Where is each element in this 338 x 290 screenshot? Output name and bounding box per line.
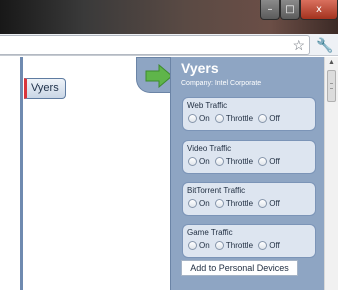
radio-off[interactable] bbox=[258, 157, 268, 166]
radio-throttle[interactable] bbox=[214, 199, 224, 208]
radio-label-on: On bbox=[199, 114, 210, 123]
radio-label-off: Off bbox=[269, 114, 280, 123]
radio-options: On Throttle Off bbox=[188, 199, 283, 208]
panel-name: Vyers bbox=[181, 60, 219, 76]
device-panel: Vyers Company: Intel Corporate Web Traff… bbox=[170, 57, 324, 290]
group-title: Video Traffic bbox=[187, 144, 232, 153]
traffic-group-game: Game Traffic On Throttle Off bbox=[182, 224, 316, 258]
radio-label-throttle: Throttle bbox=[225, 241, 254, 250]
radio-on[interactable] bbox=[188, 199, 197, 208]
radio-off[interactable] bbox=[258, 241, 268, 250]
arrow-right-icon bbox=[145, 64, 173, 88]
radio-label-throttle: Throttle bbox=[225, 114, 254, 123]
traffic-group-video: Video Traffic On Throttle Off bbox=[182, 140, 316, 174]
radio-on[interactable] bbox=[188, 241, 197, 250]
radio-label-off: Off bbox=[269, 199, 280, 208]
radio-label-throttle: Throttle bbox=[225, 157, 254, 166]
radio-on[interactable] bbox=[188, 157, 197, 166]
radio-options: On Throttle Off bbox=[188, 157, 283, 166]
radio-throttle[interactable] bbox=[214, 114, 224, 123]
group-title: Game Traffic bbox=[187, 228, 233, 237]
radio-label-on: On bbox=[199, 157, 210, 166]
wrench-menu-icon[interactable]: 🔧 bbox=[316, 36, 333, 54]
radio-label-off: Off bbox=[269, 241, 280, 250]
panel-company: Company: Intel Corporate bbox=[181, 80, 262, 87]
scroll-up-arrow-icon[interactable]: ▲ bbox=[328, 59, 335, 66]
radio-throttle[interactable] bbox=[214, 241, 224, 250]
minimize-button[interactable]: – bbox=[260, 0, 280, 20]
vertical-scrollbar[interactable]: ▲ bbox=[324, 57, 338, 290]
browser-window: – □ x ☆ 🔧 Vyers Vyers Company: Intel Cor… bbox=[0, 0, 338, 290]
add-to-personal-devices-button[interactable]: Add to Personal Devices bbox=[181, 260, 298, 276]
scrollbar-thumb[interactable] bbox=[327, 70, 336, 102]
radio-off[interactable] bbox=[258, 199, 268, 208]
radio-label-on: On bbox=[199, 241, 210, 250]
radio-label-throttle: Throttle bbox=[225, 199, 254, 208]
group-title: Web Traffic bbox=[187, 101, 228, 110]
radio-options: On Throttle Off bbox=[188, 241, 283, 250]
maximize-button[interactable]: □ bbox=[280, 0, 300, 20]
close-button[interactable]: x bbox=[300, 0, 338, 20]
radio-options: On Throttle Off bbox=[188, 114, 283, 123]
group-title: BitTorrent Traffic bbox=[187, 186, 246, 195]
page-content: Vyers Vyers Company: Intel Corporate Web… bbox=[0, 57, 338, 290]
traffic-group-bittorrent: BitTorrent Traffic On Throttle Off bbox=[182, 182, 316, 216]
window-titlebar: – □ x bbox=[0, 0, 338, 34]
radio-throttle[interactable] bbox=[214, 157, 224, 166]
address-bar[interactable]: ☆ bbox=[0, 35, 310, 55]
thumb-grip bbox=[330, 83, 333, 89]
radio-on[interactable] bbox=[188, 114, 197, 123]
device-tag-vyers[interactable]: Vyers bbox=[24, 78, 66, 99]
timeline-line bbox=[20, 57, 23, 290]
radio-off[interactable] bbox=[258, 114, 268, 123]
browser-toolbar: ☆ 🔧 bbox=[0, 34, 338, 56]
radio-label-on: On bbox=[199, 199, 210, 208]
bookmark-star-icon[interactable]: ☆ bbox=[292, 36, 305, 54]
traffic-group-web: Web Traffic On Throttle Off bbox=[182, 97, 316, 131]
radio-label-off: Off bbox=[269, 157, 280, 166]
